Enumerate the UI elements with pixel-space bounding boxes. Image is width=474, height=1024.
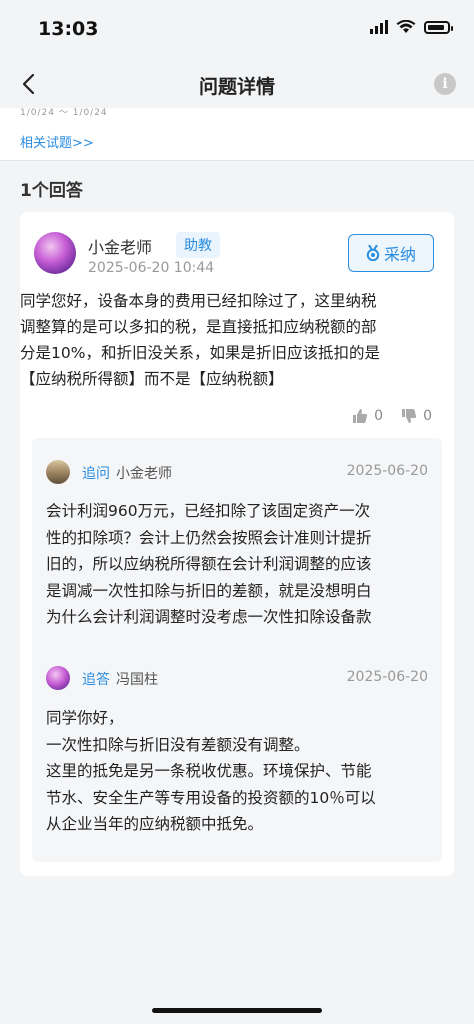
dislike-button[interactable]: 0 [401,408,432,424]
role-badge: 助教 [176,232,220,258]
follow-answer-line: 同学你好， [46,709,124,727]
dislike-count: 0 [423,408,432,424]
follow-answer-line: 从企业当年的应纳税额中抵免。 [46,815,264,833]
follow-up-text: 会计利润960万元，已经扣除了该固定资产一次 性的扣除项？会计上仍然会按照会计准… [46,498,432,631]
follow-up-line: 旧的，所以应纳税所得额在会计利润调整的应该 [46,555,372,573]
follow-answer-line: 这里的抵免是另一条税收优惠。环境保护、节能 [46,762,372,780]
follow-answer-line: 节水、安全生产等专用设备的投资额的10％可以 [46,788,376,807]
answer-author: 小金老师 [88,238,153,257]
follow-answer-line: 一次性扣除与折旧没有差额没有调整。 [46,735,310,754]
status-bar: 13:03 [0,0,474,60]
accept-button[interactable]: 采纳 [348,234,434,272]
signal-icon [370,20,388,34]
answer-line: 同学您好，设备本身的费用已经扣除过了，这里纳税 [20,292,377,310]
follow-answer-text: 同学你好， 一次性扣除与折旧没有差额没有调整。 这里的抵免是另一条税收优惠。环境… [46,705,432,838]
follow-up-label: 追问 [82,466,110,482]
like-button[interactable]: 0 [352,408,383,424]
accept-button-label: 采纳 [383,245,416,264]
follow-up-line: 会计利润960万元，已经扣除了该固定资产一次 [46,502,371,520]
answer-line: 分是10%，和折旧没关系，如果是折旧应该抵扣的是 [20,344,380,362]
thumbs-up-icon [353,409,368,423]
follow-up-line: 为什么会计利润调整时没考虑一次性扣除设备款 [46,608,372,626]
thumbs-down-icon [402,409,417,423]
follow-up-target: 小金老师 [116,466,172,482]
follow-up-date: 2025-06-20 [346,463,428,479]
answer-card: 小金老师 助教 2025-06-20 10:44 采纳 同学您好，设备本身的费用… [20,212,454,876]
follow-answer-date: 2025-06-20 [346,669,428,685]
battery-icon [424,20,453,34]
medal-icon [366,245,380,261]
follow-up-line: 性的扣除项？会计上仍然会按照会计准则计提折 [46,528,372,547]
status-icons [370,20,453,34]
avatar[interactable] [46,460,70,484]
answer-text: 同学您好，设备本身的费用已经扣除过了，这里纳税 调整算的是可以多扣的税，是直接抵… [20,288,440,392]
wifi-icon [396,20,416,33]
nav-bar: 问题详情 i [0,60,474,110]
follow-answer-author: 冯国柱 [116,672,158,688]
avatar[interactable] [34,232,76,274]
question-faded-text: 1/0/24 ～ 1/0/24 [20,108,108,118]
question-section: 1/0/24 ～ 1/0/24 相关试题>> [0,108,474,161]
answer-line: 【应纳税所得额】而不是【应纳税额】 [20,370,284,388]
status-time: 13:03 [38,18,99,40]
answer-date: 2025-06-20 10:44 [88,260,215,276]
related-questions-link[interactable]: 相关试题>> [20,132,94,151]
follow-answer-label: 追答 [82,672,110,688]
answer-line: 调整算的是可以多扣的税，是直接抵扣应纳税额的部 [20,318,377,336]
answers-count: 1个回答 [20,181,83,201]
home-indicator[interactable] [152,1008,322,1013]
follow-up-line: 是调减一次性扣除与折旧的差额，就是没想明白 [46,581,372,600]
info-icon[interactable]: i [434,73,456,95]
vote-bar: 0 0 [352,408,432,424]
avatar[interactable] [46,666,70,690]
page-title: 问题详情 [198,76,275,98]
like-count: 0 [374,408,384,424]
follow-up-thread: 追问 小金老师 2025-06-20 会计利润960万元，已经扣除了该固定资产一… [32,438,442,862]
